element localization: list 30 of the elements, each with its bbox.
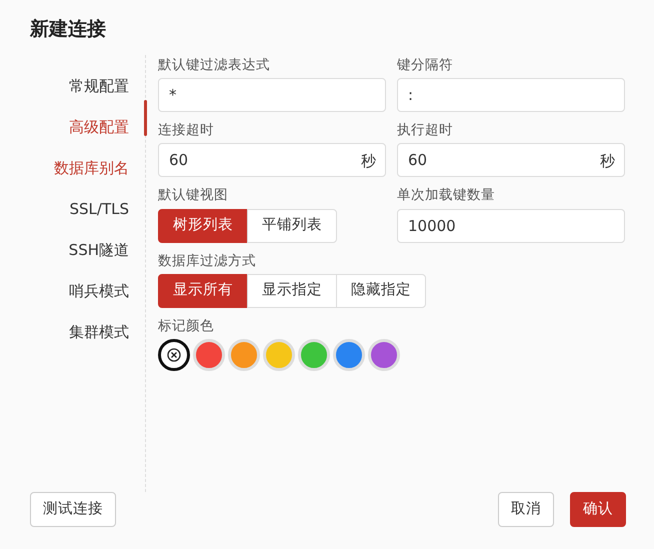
unit-label: 秒 bbox=[361, 151, 376, 172]
color-swatch[interactable] bbox=[193, 339, 225, 372]
segment-button[interactable]: 树形列表 bbox=[158, 208, 248, 243]
input-field[interactable]: * bbox=[158, 78, 386, 112]
color-swatch[interactable] bbox=[368, 339, 400, 372]
input-field[interactable]: 10000 bbox=[397, 208, 625, 243]
color-swatch[interactable] bbox=[228, 339, 260, 372]
sidebar-item[interactable]: 常规配置 bbox=[30, 62, 145, 109]
test-connection-button[interactable]: 测试连接 bbox=[30, 492, 116, 527]
field-label: 键分隔符 bbox=[397, 56, 454, 75]
segment-button[interactable]: 隐藏指定 bbox=[336, 274, 426, 308]
segment-button[interactable]: 显示指定 bbox=[247, 274, 337, 308]
field-label: 数据库过滤方式 bbox=[158, 252, 257, 271]
dialog-title: 新建连接 bbox=[30, 18, 107, 41]
unit-label: 秒 bbox=[600, 151, 615, 172]
color-swatch[interactable] bbox=[333, 339, 365, 372]
color-swatch[interactable] bbox=[298, 339, 330, 372]
field-label: 单次加载键数量 bbox=[397, 186, 496, 206]
field-label: 默认键过滤表达式 bbox=[158, 56, 271, 75]
field-label: 标记颜色 bbox=[158, 316, 215, 336]
segment-button[interactable]: 显示所有 bbox=[158, 274, 248, 308]
color-swatch[interactable] bbox=[263, 339, 295, 372]
no-color-swatch[interactable] bbox=[158, 339, 190, 372]
segment-button[interactable]: 平铺列表 bbox=[247, 208, 337, 243]
field-label: 连接超时 bbox=[158, 121, 215, 140]
confirm-button[interactable]: 确认 bbox=[570, 492, 626, 527]
cancel-button[interactable]: 取消 bbox=[498, 492, 554, 527]
input-field[interactable]: : bbox=[397, 78, 625, 112]
field-label: 默认键视图 bbox=[158, 186, 229, 206]
field-label: 执行超时 bbox=[397, 121, 454, 140]
